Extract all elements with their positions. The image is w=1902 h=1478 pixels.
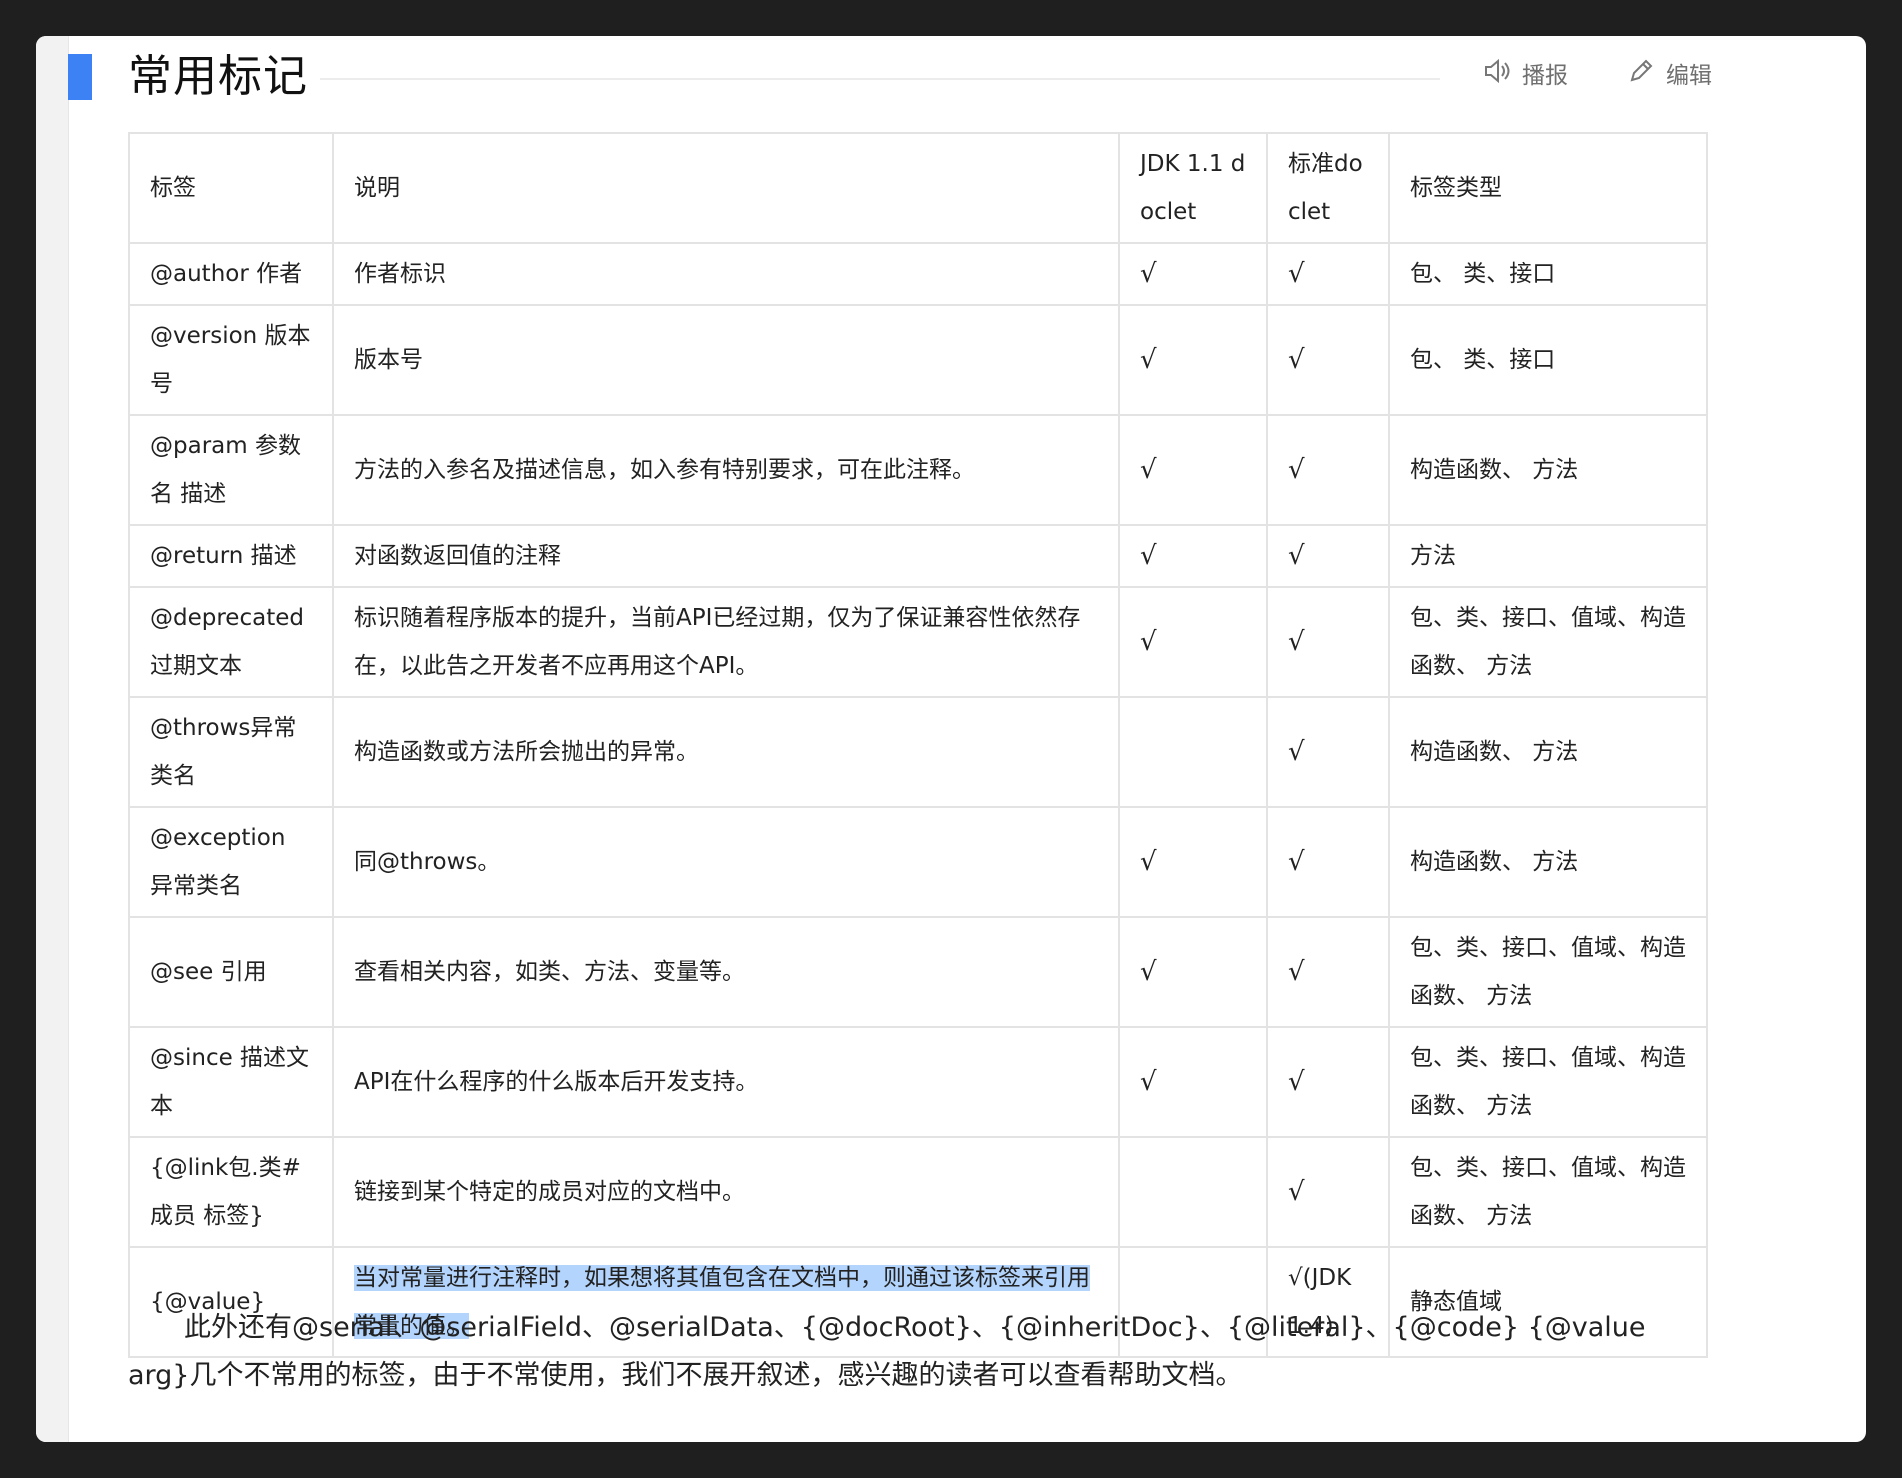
jdk11-cell: √: [1118, 242, 1268, 306]
tag-cell: @return 描述: [128, 524, 334, 588]
jdk11-cell: √: [1118, 586, 1268, 698]
type-cell: 包、类、接口、值域、构造函数、 方法: [1388, 586, 1708, 698]
std-cell: √: [1266, 586, 1390, 698]
type-cell: 方法: [1388, 524, 1708, 588]
type-cell: 构造函数、 方法: [1388, 806, 1708, 918]
type-cell: 包、类、接口、值域、构造函数、 方法: [1388, 1026, 1708, 1138]
jdk11-cell: √: [1118, 304, 1268, 416]
desc-cell: 构造函数或方法所会抛出的异常。: [332, 696, 1120, 808]
tag-cell: @author 作者: [128, 242, 334, 306]
desc-cell: 标识随着程序版本的提升，当前API已经过期，仅为了保证兼容性依然存在，以此告之开…: [332, 586, 1120, 698]
tags-table: 标签 说明 JDK 1.1 doclet 标准doclet 标签类型 @auth…: [128, 132, 1708, 1358]
table-row: @param 参数名 描述 方法的入参名及描述信息，如入参有特别要求，可在此注释…: [128, 414, 1708, 526]
header-cell-std: 标准doclet: [1266, 132, 1390, 244]
tag-cell: @version 版本号: [128, 304, 334, 416]
table-row: @author 作者 作者标识 √ √ 包、 类、接口: [128, 242, 1708, 306]
section-title: 常用标记: [128, 51, 308, 102]
edit-button[interactable]: 编辑: [1626, 58, 1712, 94]
desc-cell: 版本号: [332, 304, 1120, 416]
std-cell: √: [1266, 414, 1390, 526]
table-header-row: 标签 说明 JDK 1.1 doclet 标准doclet 标签类型: [128, 132, 1708, 244]
speak-label: 播报: [1522, 63, 1568, 89]
std-cell: √: [1266, 304, 1390, 416]
table-row: @see 引用 查看相关内容，如类、方法、变量等。 √ √ 包、类、接口、值域、…: [128, 916, 1708, 1028]
edit-label: 编辑: [1666, 63, 1712, 89]
std-cell: √: [1266, 242, 1390, 306]
tag-cell: @exception 异常类名: [128, 806, 334, 918]
type-cell: 包、 类、接口: [1388, 242, 1708, 306]
header-cell-type: 标签类型: [1388, 132, 1708, 244]
desc-cell: API在什么程序的什么版本后开发支持。: [332, 1026, 1120, 1138]
title-divider: [320, 78, 1440, 80]
header-cell-desc: 说明: [332, 132, 1120, 244]
header-cell-tag: 标签: [128, 132, 334, 244]
std-cell: √: [1266, 524, 1390, 588]
std-cell: √: [1266, 916, 1390, 1028]
jdk11-cell: √: [1118, 916, 1268, 1028]
section-accent-bar: [68, 54, 92, 100]
table-row: @version 版本号 版本号 √ √ 包、 类、接口: [128, 304, 1708, 416]
std-cell: √: [1266, 1026, 1390, 1138]
jdk11-cell: √: [1118, 806, 1268, 918]
tag-cell: @since 描述文本: [128, 1026, 334, 1138]
jdk11-cell: [1118, 1136, 1268, 1248]
std-cell: √: [1266, 1136, 1390, 1248]
header-cell-jdk11: JDK 1.1 doclet: [1118, 132, 1268, 244]
std-cell: √: [1266, 696, 1390, 808]
desc-cell: 同@throws。: [332, 806, 1120, 918]
desc-cell: 查看相关内容，如类、方法、变量等。: [332, 916, 1120, 1028]
table-row: @exception 异常类名 同@throws。 √ √ 构造函数、 方法: [128, 806, 1708, 918]
desc-cell: 作者标识: [332, 242, 1120, 306]
desc-cell: 对函数返回值的注释: [332, 524, 1120, 588]
footer-paragraph: 此外还有@serial、@serialField、@serialData、{@d…: [128, 1312, 1646, 1391]
std-cell: √: [1266, 806, 1390, 918]
jdk11-cell: √: [1118, 524, 1268, 588]
tag-cell: @see 引用: [128, 916, 334, 1028]
tag-cell: @throws异常类名: [128, 696, 334, 808]
table-row: @throws异常类名 构造函数或方法所会抛出的异常。 √ 构造函数、 方法: [128, 696, 1708, 808]
jdk11-cell: [1118, 696, 1268, 808]
tag-cell: @deprecated 过期文本: [128, 586, 334, 698]
type-cell: 构造函数、 方法: [1388, 414, 1708, 526]
jdk11-cell: √: [1118, 414, 1268, 526]
table-row: @since 描述文本 API在什么程序的什么版本后开发支持。 √ √ 包、类、…: [128, 1026, 1708, 1138]
tag-cell: @param 参数名 描述: [128, 414, 334, 526]
left-gutter: [36, 36, 69, 1442]
jdk11-cell: √: [1118, 1026, 1268, 1138]
desc-cell: 方法的入参名及描述信息，如入参有特别要求，可在此注释。: [332, 414, 1120, 526]
speaker-icon: [1482, 56, 1512, 97]
table-row: {@link包.类#成员 标签} 链接到某个特定的成员对应的文档中。 √ 包、类…: [128, 1136, 1708, 1248]
desc-cell: 链接到某个特定的成员对应的文档中。: [332, 1136, 1120, 1248]
type-cell: 包、 类、接口: [1388, 304, 1708, 416]
type-cell: 包、类、接口、值域、构造函数、 方法: [1388, 1136, 1708, 1248]
pencil-icon: [1626, 56, 1656, 97]
type-cell: 构造函数、 方法: [1388, 696, 1708, 808]
speak-button[interactable]: 播报: [1482, 58, 1568, 94]
type-cell: 包、类、接口、值域、构造函数、 方法: [1388, 916, 1708, 1028]
table-row: @deprecated 过期文本 标识随着程序版本的提升，当前API已经过期，仅…: [128, 586, 1708, 698]
article-card: 常用标记 播报 编辑 标签 说明 JDK 1.1 doclet 标准doclet…: [36, 36, 1866, 1442]
tag-cell: {@link包.类#成员 标签}: [128, 1136, 334, 1248]
table-row: @return 描述 对函数返回值的注释 √ √ 方法: [128, 524, 1708, 588]
